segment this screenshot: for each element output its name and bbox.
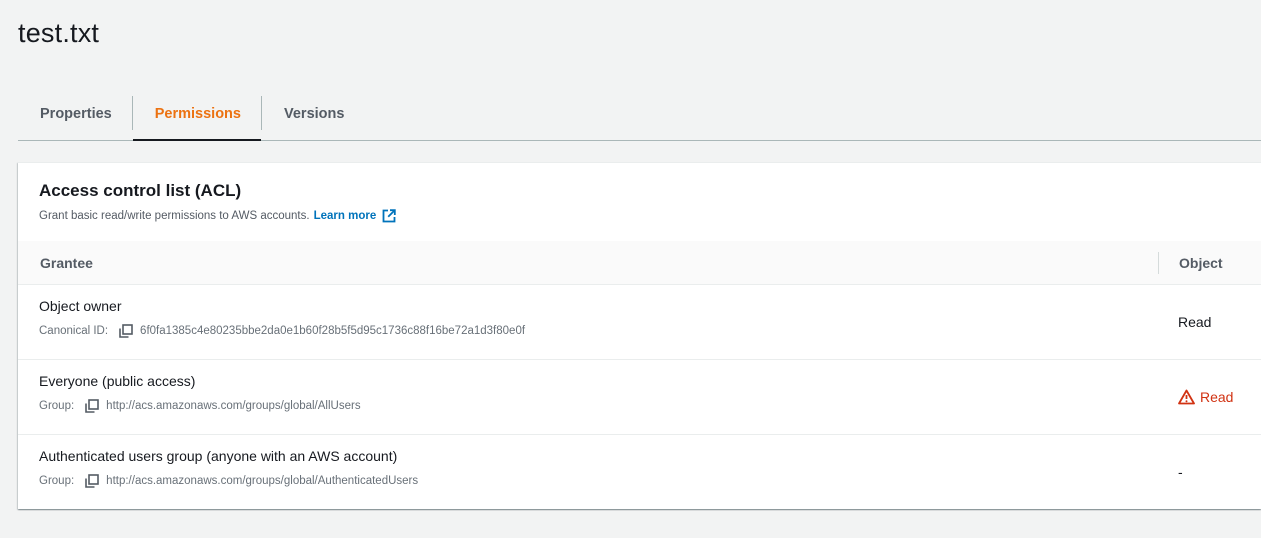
- acl-header: Access control list (ACL) Grant basic re…: [39, 181, 396, 223]
- acl-description-text: Grant basic read/write permissions to AW…: [39, 210, 310, 222]
- table-row: Authenticated users group (anyone with a…: [18, 435, 1261, 510]
- acl-table-header: Grantee Object: [18, 241, 1261, 285]
- acl-description: Grant basic read/write permissions to AW…: [39, 209, 396, 223]
- column-header-grantee: Grantee: [40, 254, 93, 271]
- page-title: test.txt: [18, 18, 100, 48]
- grantee-id-value: 6f0fa1385c4e80235bbe2da0e1b60f28b5f5d95c…: [140, 325, 526, 337]
- grantee-id-label: Group:: [39, 475, 75, 487]
- object-permission-label: -: [1178, 464, 1183, 480]
- grantee-id-value: http://acs.amazonaws.com/groups/global/A…: [106, 475, 419, 487]
- grantee-id: Group: http://acs.amazonaws.com/groups/g…: [39, 474, 418, 488]
- acl-panel: Access control list (ACL) Grant basic re…: [18, 162, 1261, 509]
- grantee-name: Object owner: [39, 298, 122, 314]
- external-link-icon: [382, 209, 396, 223]
- tab-versions[interactable]: Versions: [262, 88, 364, 140]
- grantee-id-value: http://acs.amazonaws.com/groups/global/A…: [106, 400, 361, 412]
- copy-icon[interactable]: [85, 399, 99, 413]
- grantee-name: Everyone (public access): [39, 373, 196, 389]
- tab-permissions[interactable]: Permissions: [132, 88, 262, 141]
- object-permission-label: Read: [1178, 314, 1212, 330]
- grantee-id-label: Group:: [39, 400, 75, 412]
- warning-icon: [1178, 389, 1195, 405]
- acl-title: Access control list (ACL): [39, 181, 242, 200]
- table-row: Everyone (public access) Group: http://a…: [18, 360, 1261, 435]
- grantee-id: Canonical ID: 6f0fa1385c4e80235bbe2da0e1…: [39, 324, 525, 338]
- object-permission: -: [1178, 435, 1183, 509]
- tab-properties[interactable]: Properties: [18, 88, 132, 140]
- grantee-id-label: Canonical ID:: [39, 325, 109, 337]
- learn-more-link[interactable]: Learn more: [314, 209, 397, 223]
- copy-icon[interactable]: [85, 474, 99, 488]
- copy-icon[interactable]: [119, 324, 133, 338]
- tab-bar: Properties Permissions Versions: [18, 88, 1261, 141]
- object-permission: Read: [1178, 285, 1211, 359]
- column-divider: [1158, 252, 1159, 274]
- grantee-id: Group: http://acs.amazonaws.com/groups/g…: [39, 399, 361, 413]
- column-header-object: Object: [1179, 254, 1223, 271]
- table-row: Object owner Canonical ID: 6f0fa1385c4e8…: [18, 285, 1261, 360]
- object-permission-label: Read: [1200, 389, 1234, 405]
- learn-more-label: Learn more: [313, 210, 377, 222]
- grantee-name: Authenticated users group (anyone with a…: [39, 448, 398, 464]
- object-permission: Read: [1178, 360, 1233, 434]
